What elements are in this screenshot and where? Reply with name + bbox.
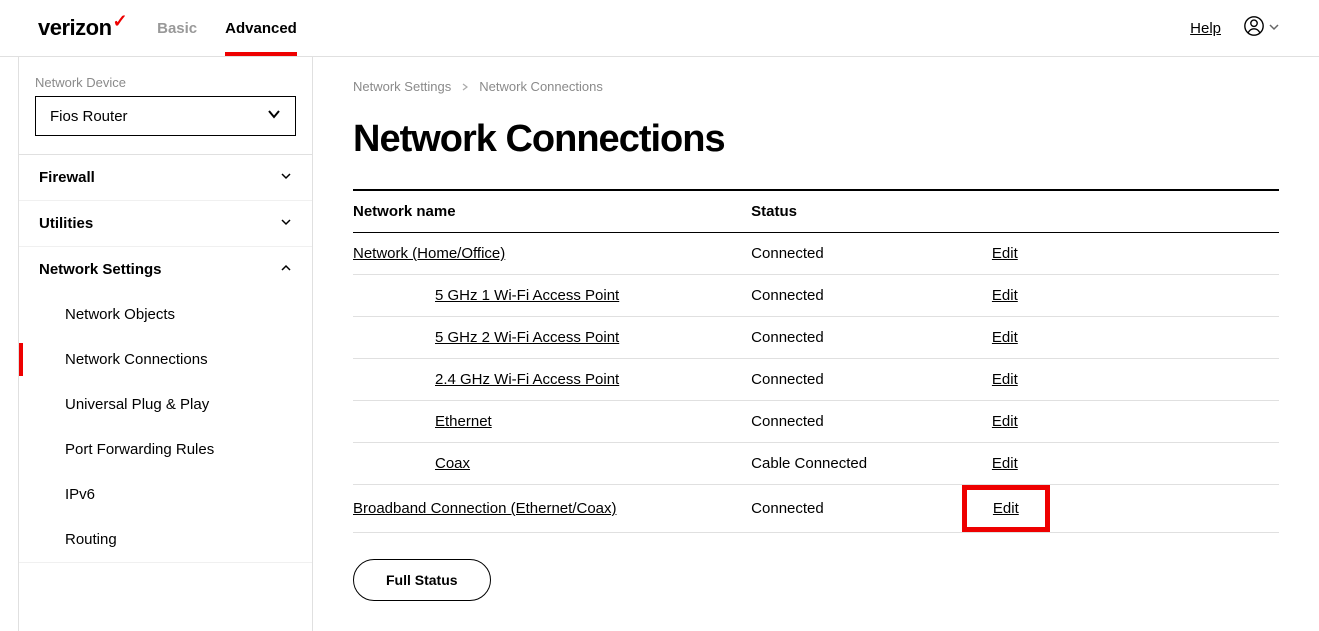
nav-tabs: Basic Advanced xyxy=(157,2,297,55)
connections-table: Network name Status Network (Home/Office… xyxy=(353,189,1279,533)
breadcrumb-item[interactable]: Network Settings xyxy=(353,79,451,94)
sidebar-sub-upnp[interactable]: Universal Plug & Play xyxy=(19,382,312,427)
device-select-value: Fios Router xyxy=(50,108,128,125)
th-network-name: Network name xyxy=(353,190,751,233)
network-name-link[interactable]: Broadband Connection (Ethernet/Coax) xyxy=(353,500,617,517)
network-name-link[interactable]: 2.4 GHz Wi-Fi Access Point xyxy=(353,371,619,388)
table-row: Ethernet Connected Edit xyxy=(353,401,1279,443)
tab-basic[interactable]: Basic xyxy=(157,2,197,55)
layout: Network Device Fios Router Firewall Util… xyxy=(0,57,1319,631)
chevron-down-icon xyxy=(280,215,292,232)
sidebar-item-network-settings[interactable]: Network Settings xyxy=(19,247,312,292)
verizon-logo: verizon ✓ xyxy=(38,15,127,41)
table-row: 5 GHz 2 Wi-Fi Access Point Connected Edi… xyxy=(353,317,1279,359)
sidebar-sub-routing[interactable]: Routing xyxy=(19,517,312,562)
edit-link[interactable]: Edit xyxy=(992,413,1018,430)
device-select[interactable]: Fios Router xyxy=(35,96,296,136)
sidebar: Network Device Fios Router Firewall Util… xyxy=(18,57,313,631)
highlight-box: Edit xyxy=(962,485,1050,532)
sidebar-sub-network-objects[interactable]: Network Objects xyxy=(19,292,312,337)
full-status-button[interactable]: Full Status xyxy=(353,559,491,601)
status-cell: Connected xyxy=(751,317,992,359)
sidebar-item-label: Utilities xyxy=(39,215,93,232)
sidebar-item-label: Network Settings xyxy=(39,261,162,278)
status-cell: Connected xyxy=(751,485,992,533)
status-cell: Connected xyxy=(751,359,992,401)
sidebar-group-utilities: Utilities xyxy=(19,201,312,247)
chevron-right-icon xyxy=(461,79,469,94)
table-row: Network (Home/Office) Connected Edit xyxy=(353,233,1279,275)
sidebar-sub-ipv6[interactable]: IPv6 xyxy=(19,472,312,517)
status-cell: Connected xyxy=(751,401,992,443)
th-action xyxy=(992,190,1279,233)
device-section: Network Device Fios Router xyxy=(19,57,312,155)
edit-link[interactable]: Edit xyxy=(992,245,1018,262)
logo-text: verizon xyxy=(38,15,112,41)
sidebar-sub-port-forwarding[interactable]: Port Forwarding Rules xyxy=(19,427,312,472)
chevron-down-icon xyxy=(280,169,292,186)
user-icon xyxy=(1243,15,1265,42)
status-cell: Cable Connected xyxy=(751,443,992,485)
chevron-down-icon xyxy=(1269,19,1279,37)
help-link[interactable]: Help xyxy=(1190,20,1221,37)
user-menu[interactable] xyxy=(1243,15,1279,42)
table-row: Coax Cable Connected Edit xyxy=(353,443,1279,485)
chevron-down-icon xyxy=(267,107,281,125)
device-label: Network Device xyxy=(35,75,296,90)
edit-link[interactable]: Edit xyxy=(992,287,1018,304)
network-name-link[interactable]: 5 GHz 2 Wi-Fi Access Point xyxy=(353,329,619,346)
sidebar-sub-network-connections[interactable]: Network Connections xyxy=(19,337,312,382)
network-name-link[interactable]: Coax xyxy=(353,455,470,472)
check-icon: ✓ xyxy=(113,11,128,32)
sidebar-item-label: Firewall xyxy=(39,169,95,186)
sidebar-item-firewall[interactable]: Firewall xyxy=(19,155,312,200)
tab-advanced[interactable]: Advanced xyxy=(225,2,297,55)
table-row: Broadband Connection (Ethernet/Coax) Con… xyxy=(353,485,1279,533)
edit-link[interactable]: Edit xyxy=(992,455,1018,472)
edit-link[interactable]: Edit xyxy=(992,329,1018,346)
sidebar-item-utilities[interactable]: Utilities xyxy=(19,201,312,246)
chevron-up-icon xyxy=(280,261,292,278)
table-row: 5 GHz 1 Wi-Fi Access Point Connected Edi… xyxy=(353,275,1279,317)
status-cell: Connected xyxy=(751,275,992,317)
network-name-link[interactable]: Ethernet xyxy=(353,413,492,430)
network-name-link[interactable]: 5 GHz 1 Wi-Fi Access Point xyxy=(353,287,619,304)
edit-link[interactable]: Edit xyxy=(992,371,1018,388)
table-row: 2.4 GHz Wi-Fi Access Point Connected Edi… xyxy=(353,359,1279,401)
header-right: Help xyxy=(1190,15,1279,42)
th-status: Status xyxy=(751,190,992,233)
breadcrumb-item: Network Connections xyxy=(479,79,603,94)
network-name-link[interactable]: Network (Home/Office) xyxy=(353,245,505,262)
sidebar-group-network-settings: Network Settings Network Objects Network… xyxy=(19,247,312,563)
top-header: verizon ✓ Basic Advanced Help xyxy=(0,0,1319,57)
edit-link[interactable]: Edit xyxy=(993,500,1019,517)
sidebar-group-firewall: Firewall xyxy=(19,155,312,201)
status-cell: Connected xyxy=(751,233,992,275)
page-title: Network Connections xyxy=(353,118,1279,161)
header-left: verizon ✓ Basic Advanced xyxy=(38,2,297,55)
main-content: Network Settings Network Connections Net… xyxy=(313,57,1319,631)
breadcrumb: Network Settings Network Connections xyxy=(353,79,1279,94)
